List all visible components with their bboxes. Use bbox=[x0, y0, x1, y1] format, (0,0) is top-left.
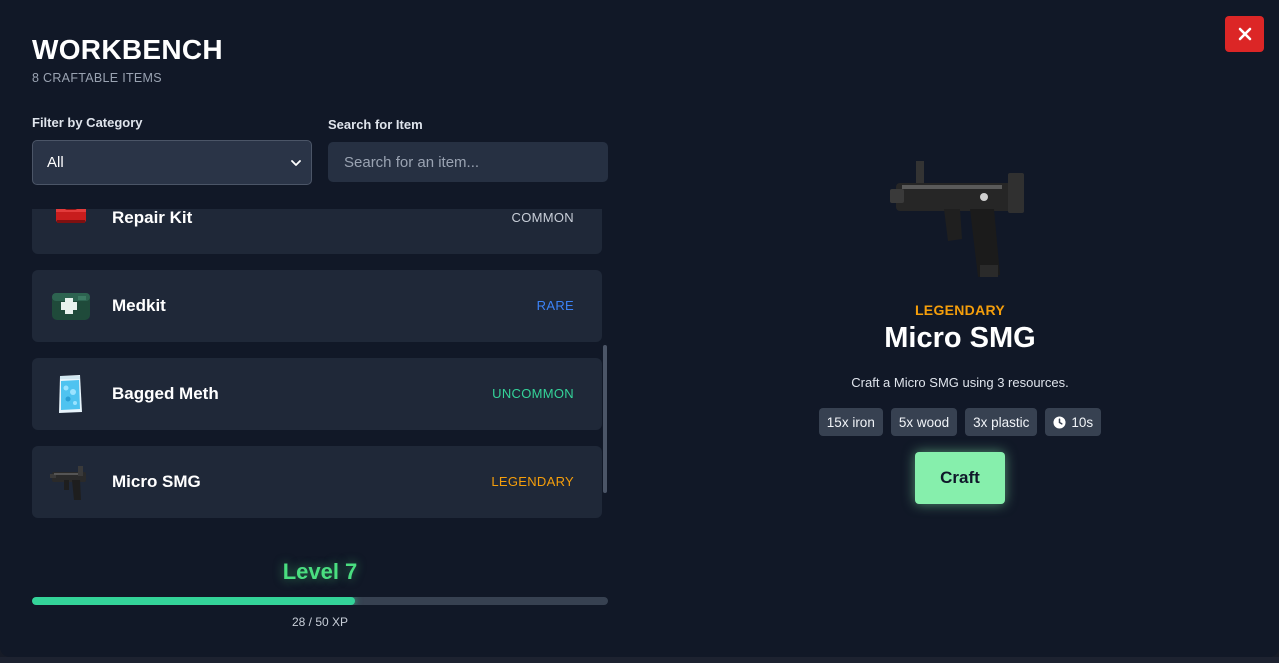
list-item[interactable]: Bagged Meth UNCOMMON bbox=[32, 358, 602, 430]
xp-text: 28 / 50 XP bbox=[291, 615, 349, 629]
list-item[interactable]: Repair Kit COMMON bbox=[32, 209, 602, 254]
rarity-label: UNCOMMON bbox=[492, 386, 574, 401]
category-filter-label: Filter by Category bbox=[32, 115, 143, 130]
item-name: Micro SMG bbox=[112, 472, 201, 491]
resource-chip: 5x wood bbox=[890, 408, 958, 436]
resource-chip: 3x plastic bbox=[965, 408, 1038, 436]
category-select[interactable]: All bbox=[32, 140, 312, 185]
selected-description: Craft a Micro SMG using 3 resources. bbox=[851, 375, 1069, 390]
item-count-subtitle: 8 CRAFTABLE ITEMS bbox=[32, 71, 162, 85]
rarity-label: RARE bbox=[536, 298, 574, 313]
item-name: Repair Kit bbox=[112, 209, 193, 227]
chevron-down-icon bbox=[291, 159, 301, 166]
craft-time-chip: 10s bbox=[1045, 408, 1102, 436]
toolbox-icon bbox=[56, 209, 86, 223]
crystal-bag-icon bbox=[59, 375, 82, 413]
close-button[interactable] bbox=[1225, 16, 1264, 52]
item-name: Bagged Meth bbox=[112, 384, 219, 403]
selected-rarity: LEGENDARY bbox=[914, 302, 1006, 318]
smg-icon bbox=[50, 466, 86, 500]
search-input[interactable] bbox=[328, 142, 608, 182]
rarity-label: COMMON bbox=[511, 210, 574, 225]
xp-progress-fill bbox=[32, 597, 355, 605]
background-strip bbox=[0, 657, 1279, 663]
item-name: Medkit bbox=[112, 296, 166, 315]
smg-icon bbox=[890, 161, 1024, 277]
level-label: Level 7 bbox=[282, 559, 358, 584]
item-list: Repair Kit COMMON Medkit RARE Bagged Met… bbox=[32, 209, 602, 529]
xp-progress-bar bbox=[32, 597, 608, 605]
page-title: WORKBENCH bbox=[32, 34, 223, 65]
list-item[interactable]: Medkit RARE bbox=[32, 270, 602, 342]
search-label: Search for Item bbox=[328, 117, 423, 132]
medkit-icon bbox=[52, 293, 90, 320]
resource-chip: 15x iron bbox=[818, 408, 883, 436]
workbench-panel: WORKBENCH 8 CRAFTABLE ITEMS Filter by Ca… bbox=[0, 0, 1279, 657]
craft-time: 10s bbox=[1071, 414, 1094, 430]
clock-icon bbox=[1053, 415, 1066, 429]
craft-button[interactable]: Craft bbox=[915, 452, 1005, 504]
resource-list: 15x iron 5x wood 3x plastic 10s bbox=[640, 408, 1279, 436]
category-select-value: All bbox=[47, 154, 64, 171]
rarity-label: LEGENDARY bbox=[491, 474, 574, 489]
list-scrollbar[interactable] bbox=[603, 345, 607, 493]
close-icon bbox=[1238, 27, 1251, 41]
selected-item-name: Micro SMG bbox=[884, 322, 1036, 354]
list-item[interactable]: Micro SMG LEGENDARY bbox=[32, 446, 602, 518]
